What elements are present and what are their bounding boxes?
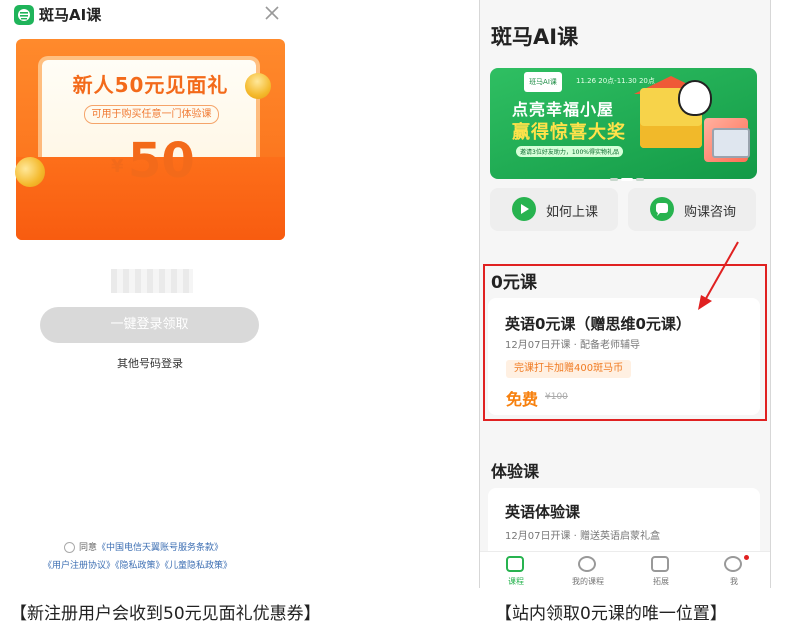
carousel-dot	[636, 178, 644, 181]
my-course-icon	[578, 556, 596, 572]
carousel-dot	[610, 178, 618, 181]
other-number-login-link[interactable]: 其他号码登录	[0, 355, 300, 371]
app-name: 斑马AI课	[39, 6, 102, 24]
how-to-attend-button[interactable]: 如何上课	[490, 188, 618, 231]
tab-label: 我的课程	[572, 577, 604, 586]
purchase-consult-button[interactable]: 购课咨询	[628, 188, 756, 231]
telecom-terms-link[interactable]: 《中国电信天翼账号服务条款》	[97, 543, 223, 553]
banner-note: 邀请3位好友助力，100%得实物礼品	[516, 146, 623, 157]
banner-brand: 班马AI课	[524, 72, 562, 92]
promo-banner[interactable]: 班马AI课 11.26 20点-11.30 20点 点亮幸福小屋 赢得惊喜大奖 …	[490, 68, 757, 179]
zebra-logo-icon	[14, 5, 34, 25]
login-popup: 斑马AI课 新人50元见面礼 可用于购买任意一门体验课 ¥ 50 一键登录领取 …	[0, 0, 300, 585]
quick-action-label: 如何上课	[546, 205, 599, 220]
bottom-tab-bar: 课程 我的课程 拓展 我	[480, 551, 770, 588]
close-icon[interactable]	[262, 3, 282, 23]
zebra-mascot-icon	[678, 80, 712, 116]
trial-course-section-title: 体验课	[491, 462, 540, 481]
tab-label: 课程	[508, 577, 524, 586]
banner-subheadline: 赢得惊喜大奖	[512, 122, 626, 143]
agreement-line-2: 《用户注册协议》《隐私政策》《儿童隐私政策》	[43, 558, 232, 571]
profile-icon	[724, 556, 742, 572]
left-caption: 【新注册用户会收到50元见面礼优惠券】	[10, 604, 321, 624]
coupon-amount: 50	[128, 133, 195, 189]
tablet-icon	[712, 128, 750, 158]
coupon-card: 新人50元见面礼 可用于购买任意一门体验课 ¥ 50	[16, 39, 285, 240]
play-icon	[512, 197, 536, 221]
tab-label: 拓展	[653, 577, 669, 586]
agreement-line-1: 同意《中国电信天翼账号服务条款》	[79, 540, 223, 553]
one-click-login-button[interactable]: 一键登录领取	[40, 307, 259, 343]
trial-course-card[interactable]: 英语体验课 12月07日开课 · 赠送英语启蒙礼盒	[488, 488, 760, 558]
banner-headline: 点亮幸福小屋	[512, 100, 615, 119]
course-icon	[506, 556, 524, 572]
extend-icon	[651, 556, 669, 572]
carousel-dot-active	[621, 178, 633, 181]
tab-extend[interactable]: 拓展	[625, 552, 697, 588]
agree-label: 同意	[79, 543, 98, 553]
tab-my-courses[interactable]: 我的课程	[552, 552, 624, 588]
tab-me[interactable]: 我	[698, 552, 770, 588]
coupon-subtitle: 可用于购买任意一门体验课	[84, 105, 219, 124]
red-arrow-icon	[690, 240, 742, 316]
course-title: 英语体验课	[505, 503, 581, 521]
page-title: 斑马AI课	[491, 25, 579, 49]
notification-dot	[744, 555, 749, 560]
privacy-policy-link[interactable]: 《隐私政策》	[115, 561, 165, 571]
agreement-radio[interactable]	[64, 542, 75, 553]
course-meta: 12月07日开课 · 赠送英语启蒙礼盒	[505, 531, 660, 542]
child-privacy-link[interactable]: 《儿童隐私政策》	[165, 561, 233, 571]
coupon-currency: ¥	[111, 156, 124, 177]
tab-courses[interactable]: 课程	[480, 552, 552, 588]
user-agreement-link[interactable]: 《用户注册协议》	[43, 561, 115, 571]
quick-action-label: 购课咨询	[684, 205, 737, 220]
masked-phone-number	[111, 269, 193, 293]
carousel-indicator	[610, 166, 647, 185]
tab-label: 我	[730, 577, 738, 586]
right-caption: 【站内领取0元课的唯一位置】	[495, 604, 727, 624]
chat-icon	[650, 197, 674, 221]
